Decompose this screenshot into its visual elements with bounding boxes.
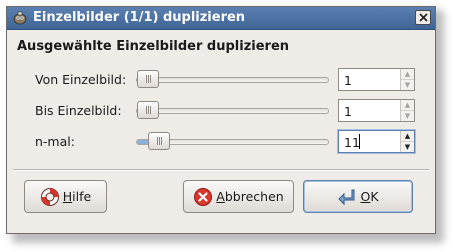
bis-einzelbild-slider[interactable]	[136, 108, 329, 114]
cancel-button[interactable]: Abbrechen	[183, 180, 294, 213]
gimp-wilber-icon	[13, 11, 27, 25]
row-von-einzelbild: Von Einzelbild: 1 ▲ ▼	[7, 68, 435, 92]
help-mnemonic: H	[62, 189, 73, 204]
bis-einzelbild-label: Bis Einzelbild:	[35, 103, 122, 118]
von-einzelbild-value[interactable]: 1	[344, 73, 352, 88]
row-n-mal: n-mal: 11 ▲ ▼	[7, 130, 435, 154]
chevron-down-icon[interactable]: ▼	[401, 111, 414, 121]
bis-einzelbild-spinbox[interactable]: 1 ▲ ▼	[338, 99, 415, 122]
bis-einzelbild-slider-handle[interactable]	[137, 101, 159, 119]
chevron-down-icon[interactable]: ▼	[401, 142, 414, 152]
button-separator	[13, 169, 429, 171]
title-bar[interactable]: Einzelbilder (1/1) duplizieren	[7, 7, 435, 30]
chevron-down-icon[interactable]: ▼	[401, 80, 414, 90]
dialog-heading: Ausgewählte Einzelbilder duplizieren	[17, 39, 290, 54]
n-mal-value[interactable]: 11	[344, 135, 360, 150]
cancel-x-icon	[193, 187, 213, 207]
enter-arrow-icon	[337, 187, 357, 207]
n-mal-slider-handle[interactable]	[148, 132, 170, 150]
n-mal-spinbox[interactable]: 11 ▲ ▼	[338, 130, 415, 153]
help-button[interactable]: Hilfe	[24, 180, 107, 213]
dialog-window: Einzelbilder (1/1) duplizieren Ausgewähl…	[6, 6, 436, 234]
text-caret	[359, 134, 360, 149]
help-label: ilfe	[72, 189, 92, 204]
bis-einzelbild-value[interactable]: 1	[344, 104, 352, 119]
ok-mnemonic: O	[360, 189, 371, 204]
von-einzelbild-label: Von Einzelbild:	[35, 72, 127, 87]
von-einzelbild-slider[interactable]	[136, 77, 329, 83]
ok-label: K	[370, 189, 379, 204]
close-button[interactable]	[415, 10, 431, 25]
chevron-up-icon[interactable]: ▲	[401, 131, 414, 142]
lifebuoy-icon	[40, 187, 60, 207]
chevron-up-icon[interactable]: ▲	[401, 100, 414, 111]
chevron-up-icon[interactable]: ▲	[401, 69, 414, 80]
n-mal-label: n-mal:	[35, 134, 75, 149]
ok-button[interactable]: OK	[303, 180, 413, 213]
close-x-icon	[418, 13, 428, 22]
von-einzelbild-spinbox[interactable]: 1 ▲ ▼	[338, 68, 415, 91]
cancel-label: bbrechen	[224, 189, 284, 204]
von-einzelbild-slider-handle[interactable]	[137, 70, 159, 88]
cancel-mnemonic: A	[216, 189, 225, 204]
window-title: Einzelbilder (1/1) duplizieren	[33, 10, 246, 25]
row-bis-einzelbild: Bis Einzelbild: 1 ▲ ▼	[7, 99, 435, 123]
